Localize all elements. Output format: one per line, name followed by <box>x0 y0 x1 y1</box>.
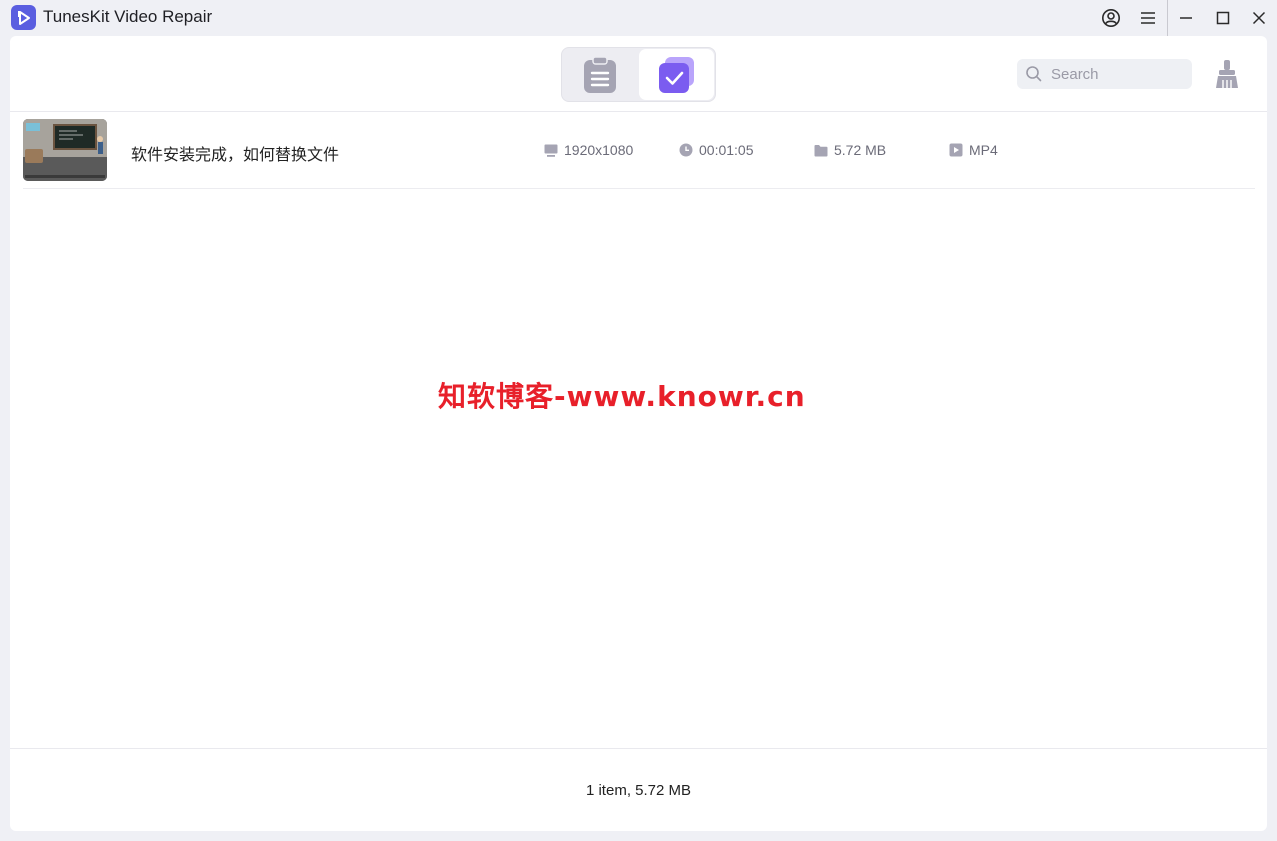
clean-button[interactable] <box>1211 58 1243 90</box>
close-icon <box>1252 11 1266 25</box>
menu-icon <box>1141 12 1155 24</box>
app-title: TunesKit Video Repair <box>43 7 213 26</box>
video-format-icon <box>949 143 963 157</box>
minimize-button[interactable] <box>1173 6 1199 30</box>
resolution: 1920x1080 <box>544 142 633 158</box>
file-size-value: 5.72 MB <box>834 142 887 158</box>
account-icon <box>1102 9 1120 27</box>
main-panel: 软件安装完成，如何替换文件 1920x1080 00:01:05 5.72 MB… <box>10 36 1267 831</box>
toolbar <box>10 36 1267 112</box>
table-row[interactable]: 软件安装完成，如何替换文件 1920x1080 00:01:05 5.72 MB… <box>23 118 1255 189</box>
search-icon <box>1026 66 1042 82</box>
folder-icon <box>814 144 828 157</box>
maximize-button[interactable] <box>1210 6 1236 30</box>
repaired-check-icon <box>658 56 694 93</box>
duration: 00:01:05 <box>679 142 754 158</box>
file-format: MP4 <box>949 142 998 158</box>
tab-repaired[interactable] <box>639 49 714 100</box>
file-format-value: MP4 <box>969 142 998 158</box>
file-size: 5.72 MB <box>814 142 886 158</box>
video-thumbnail <box>23 119 107 181</box>
account-button[interactable] <box>1098 6 1124 30</box>
monitor-icon <box>544 144 558 157</box>
title-bar: TunesKit Video Repair <box>0 0 1277 36</box>
titlebar-divider <box>1167 0 1168 36</box>
view-toggle <box>561 47 716 102</box>
resolution-value: 1920x1080 <box>564 142 634 158</box>
menu-button[interactable] <box>1135 6 1161 30</box>
footer: 1 item, 5.72 MB <box>10 748 1267 832</box>
minimize-icon <box>1180 17 1192 19</box>
search-box[interactable] <box>1017 59 1192 89</box>
app-logo-icon <box>11 5 36 30</box>
file-list-icon <box>584 55 616 93</box>
status-summary: 1 item, 5.72 MB <box>585 782 692 799</box>
watermark-text: 知软博客-www.knowr.cn <box>438 380 806 413</box>
broom-icon <box>1216 60 1238 88</box>
clock-icon <box>679 143 693 157</box>
close-button[interactable] <box>1246 6 1272 30</box>
search-input[interactable] <box>1049 64 1183 84</box>
tab-file-list[interactable] <box>562 48 638 101</box>
file-name: 软件安装完成，如何替换文件 <box>131 145 340 164</box>
duration-value: 00:01:05 <box>699 142 754 158</box>
maximize-icon <box>1216 11 1230 25</box>
